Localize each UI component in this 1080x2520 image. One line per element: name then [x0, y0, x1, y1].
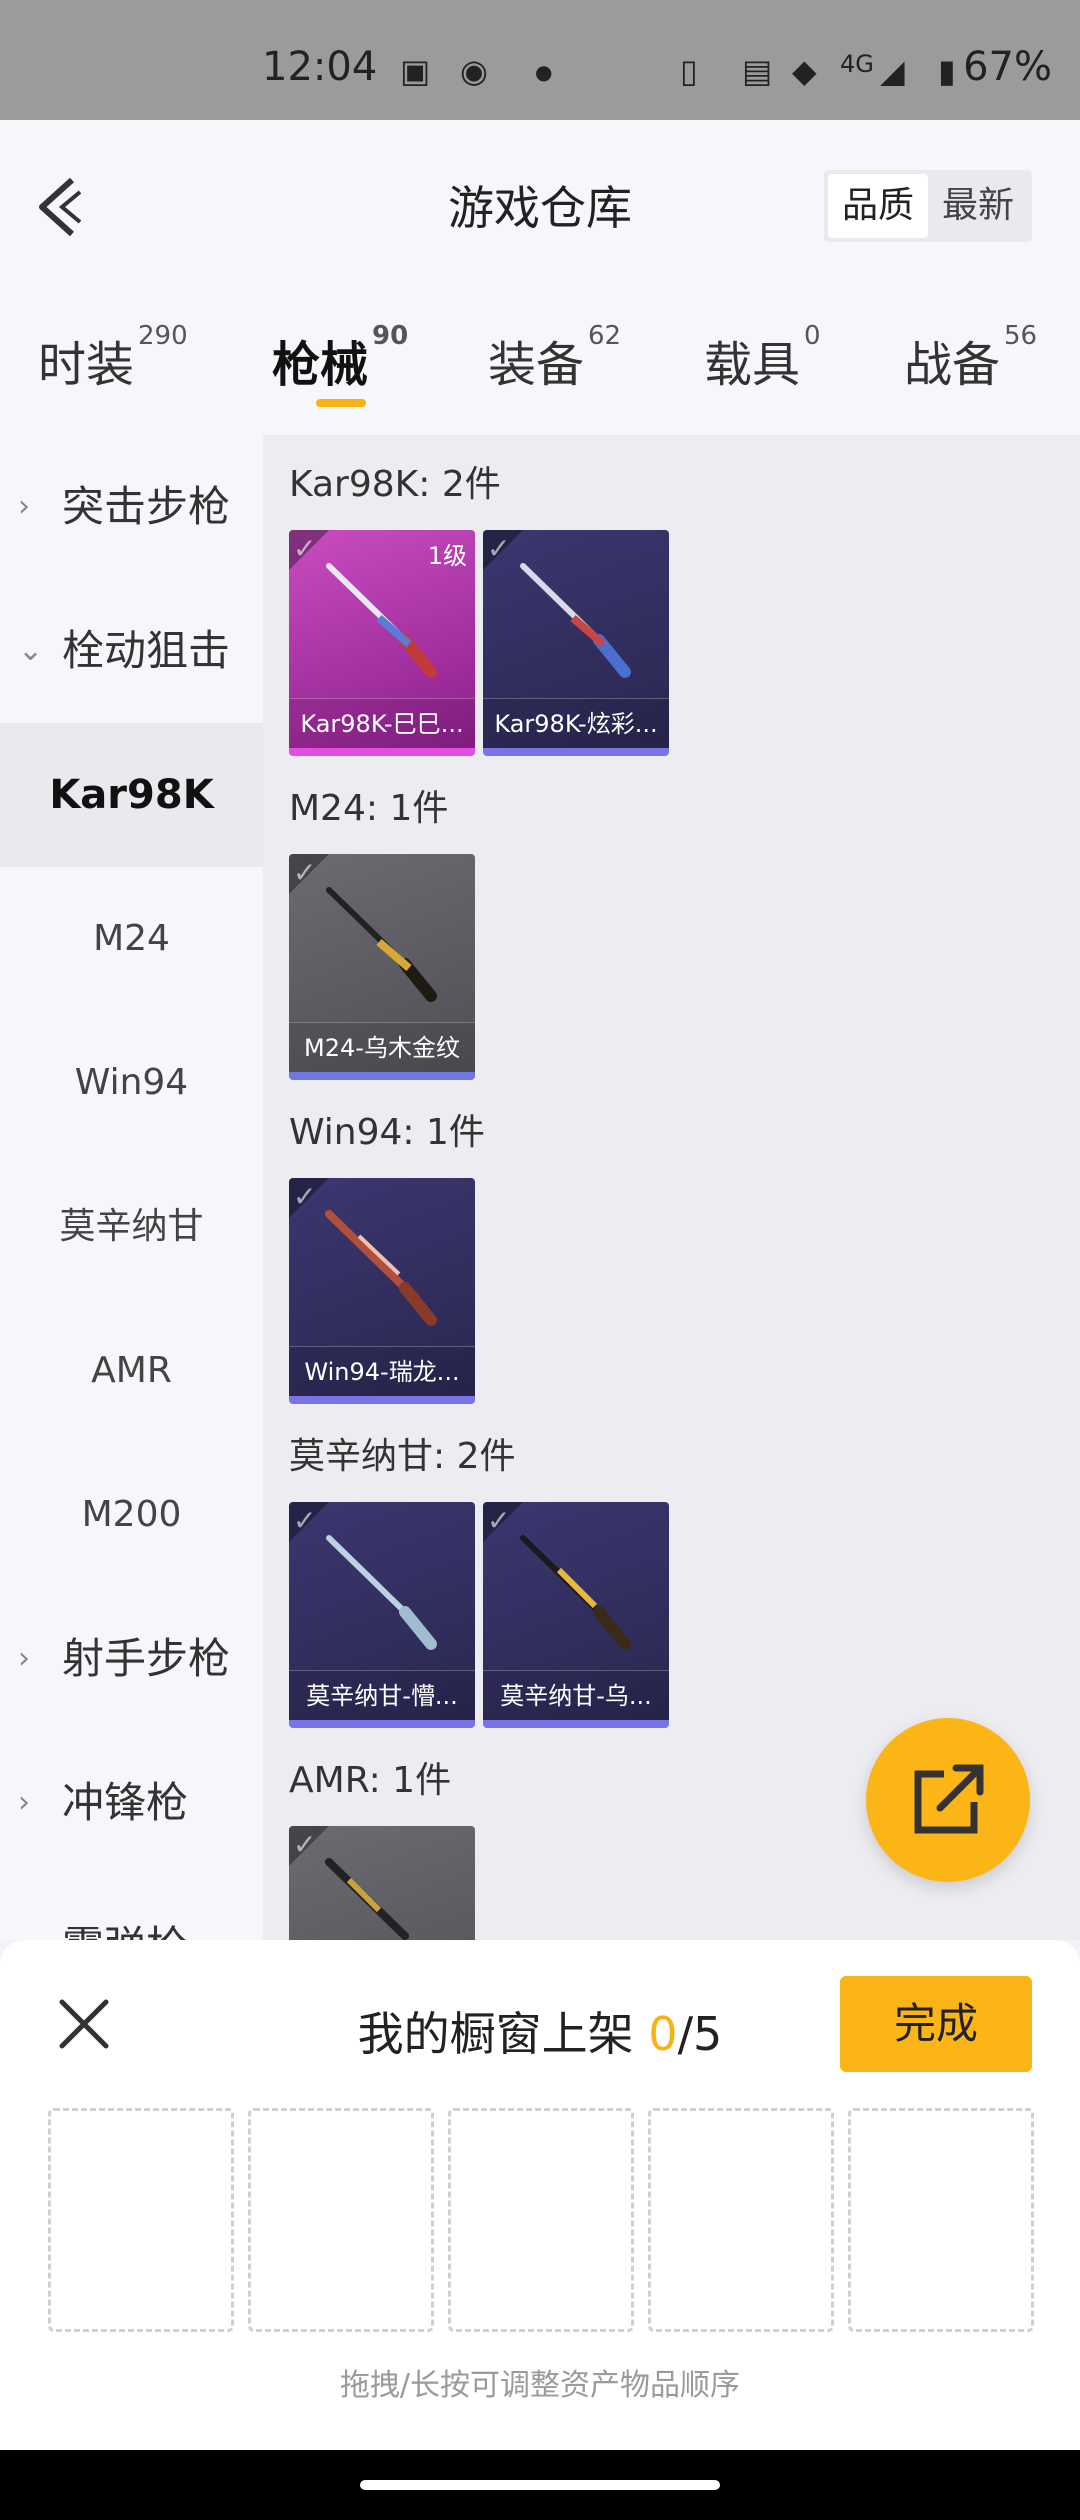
- sidebar-item-label: 射手步枪: [62, 1634, 231, 1683]
- sidebar-subitem-mosin[interactable]: 莫辛纳甘: [0, 1155, 263, 1299]
- reorder-hint: 拖拽/长按可调整资产物品顺序: [339, 2368, 741, 2403]
- data-saver-icon: ▤: [742, 52, 773, 90]
- battery-icon: ▮: [938, 52, 956, 90]
- tab-label: 时装: [38, 337, 135, 393]
- sidebar-item-smg[interactable]: › 冲锋枪: [0, 1731, 263, 1875]
- rifle-icon: [325, 1858, 409, 1940]
- tab-supplies[interactable]: 战备56: [904, 321, 1037, 395]
- tab-count: 62: [588, 321, 622, 351]
- chevron-down-icon: ⌄: [18, 633, 44, 668]
- rifle-icon: [326, 887, 437, 1002]
- status-time: 12:04: [262, 44, 378, 90]
- weapon-card[interactable]: ✓ 1级 Kar98K-巳巳...: [289, 530, 475, 756]
- sidebar-subitem-kar98k[interactable]: Kar98K: [0, 723, 263, 867]
- vibrate-icon: ▯: [680, 52, 698, 90]
- weapon-card[interactable]: ✓ 莫辛纳甘-乌...: [483, 1502, 669, 1728]
- sidebar-subitem-m200[interactable]: M200: [0, 1443, 263, 1587]
- weapon-card[interactable]: ✓ M24-乌木金纹: [289, 854, 475, 1080]
- category-tabs: 时装290 枪械90 装备62 载具0 战备56: [0, 295, 1080, 435]
- battery-percent: 67%: [963, 44, 1052, 90]
- group-title-m24: M24: 1件: [289, 788, 449, 829]
- sidebar-item-label: 栓动狙击: [62, 626, 231, 675]
- card-caption: Win94-瑞龙...: [289, 1346, 475, 1396]
- showcase-total: /5: [677, 2007, 723, 2061]
- group-title-amr: AMR: 1件: [289, 1760, 452, 1801]
- group-title-win94: Win94: 1件: [289, 1112, 485, 1153]
- card-caption: 莫辛纳甘-乌...: [483, 1670, 669, 1720]
- sidebar-subitem-amr[interactable]: AMR: [0, 1299, 263, 1443]
- showcase-slot[interactable]: [448, 2108, 634, 2332]
- chevron-right-icon: ›: [18, 1875, 30, 1940]
- weapon-type-sidebar: › 突击步枪 ⌄ 栓动狙击 Kar98K M24 Win94 莫辛纳甘 AMR …: [0, 435, 263, 1940]
- external-link-icon: [914, 1762, 988, 1834]
- dot-icon: ●: [535, 60, 553, 84]
- showcase-title-text: 我的橱窗上架: [357, 2007, 634, 2061]
- tab-label: 载具: [704, 337, 801, 393]
- showcase-slot[interactable]: [248, 2108, 434, 2332]
- card-caption: M24-乌木金纹: [289, 1022, 475, 1072]
- showcase-panel: 我的橱窗上架 0/5 完成 拖拽/长按可调整资产物品顺序: [0, 1940, 1080, 2450]
- weapon-card[interactable]: ✓ Kar98K-炫彩...: [483, 530, 669, 756]
- showcase-slot[interactable]: [648, 2108, 834, 2332]
- showcase-slot[interactable]: [848, 2108, 1034, 2332]
- home-indicator[interactable]: [360, 2480, 720, 2490]
- rifle-icon: [520, 563, 631, 678]
- status-bar: 12:04 ▣ ◉ ● ▯ ▤ ◆ 4G ◢ ▮ 67%: [0, 0, 1080, 120]
- sidebar-item-label: 冲锋枪: [62, 1778, 189, 1827]
- header: 游戏仓库 品质 最新: [0, 120, 1080, 295]
- tab-vehicles[interactable]: 载具0: [704, 321, 821, 395]
- tab-count: 56: [1004, 321, 1038, 351]
- sidebar-item-dmr[interactable]: › 射手步枪: [0, 1587, 263, 1731]
- sidebar-subitem-win94[interactable]: Win94: [0, 1011, 263, 1155]
- group-title-kar98k: Kar98K: 2件: [289, 464, 501, 505]
- showcase-count: 0: [648, 2007, 678, 2061]
- weapon-card[interactable]: ✓: [289, 1826, 475, 1940]
- showcase-slot[interactable]: [48, 2108, 234, 2332]
- tab-equipment[interactable]: 装备62: [488, 321, 621, 395]
- share-fab[interactable]: [866, 1718, 1030, 1882]
- chevron-right-icon: ›: [18, 1785, 30, 1820]
- rifle-icon: [326, 1535, 437, 1650]
- tab-label: 枪械: [272, 337, 369, 393]
- done-button[interactable]: 完成: [840, 1976, 1032, 2072]
- tab-fashion[interactable]: 时装290: [38, 321, 188, 395]
- sidebar-item-shotgun[interactable]: › 霰弹枪: [0, 1875, 263, 1940]
- message-icon: ▣: [400, 52, 431, 90]
- wechat-icon: ◉: [460, 52, 488, 90]
- card-caption: Kar98K-炫彩...: [483, 698, 669, 748]
- signal-icon: ◢: [880, 52, 905, 90]
- tab-count: 0: [804, 321, 821, 351]
- sidebar-subitem-m24[interactable]: M24: [0, 867, 263, 1011]
- tab-count: 290: [138, 321, 188, 351]
- card-caption: 莫辛纳甘-懵...: [289, 1670, 475, 1720]
- sidebar-item-label: 霰弹枪: [62, 1875, 188, 1940]
- weapon-card[interactable]: ✓ 莫辛纳甘-懵...: [289, 1502, 475, 1728]
- rifle-icon: [326, 563, 437, 678]
- sidebar-item-bolt-sniper[interactable]: ⌄ 栓动狙击: [0, 579, 263, 723]
- rifle-icon: [325, 1210, 437, 1326]
- weapon-card[interactable]: ✓ Win94-瑞龙...: [289, 1178, 475, 1404]
- sidebar-item-assault-rifle[interactable]: › 突击步枪: [0, 435, 263, 579]
- tab-firearms[interactable]: 枪械90: [272, 321, 408, 395]
- sort-segmented-control: 品质 最新: [823, 170, 1032, 242]
- chevron-right-icon: ›: [18, 1641, 30, 1676]
- tab-count: 90: [372, 321, 409, 351]
- sort-quality[interactable]: 品质: [827, 174, 928, 238]
- sidebar-item-label: 突击步枪: [62, 482, 231, 531]
- tab-indicator: [316, 399, 366, 407]
- group-title-mosin: 莫辛纳甘: 2件: [289, 1436, 516, 1477]
- tab-label: 战备: [904, 337, 1001, 393]
- chevron-right-icon: ›: [18, 489, 30, 524]
- card-caption: Kar98K-巳巳...: [289, 698, 475, 748]
- system-nav-bar: [0, 2450, 1080, 2520]
- wifi-icon: ◆: [792, 52, 817, 90]
- rifle-icon: [520, 1535, 631, 1650]
- sort-newest[interactable]: 最新: [928, 174, 1028, 238]
- network-type: 4G: [840, 50, 874, 78]
- tab-label: 装备: [488, 337, 585, 393]
- weapon-grid: Kar98K: 2件 ✓ 1级 Kar98K-巳巳... ✓ Kar98K-炫彩…: [263, 435, 1080, 1940]
